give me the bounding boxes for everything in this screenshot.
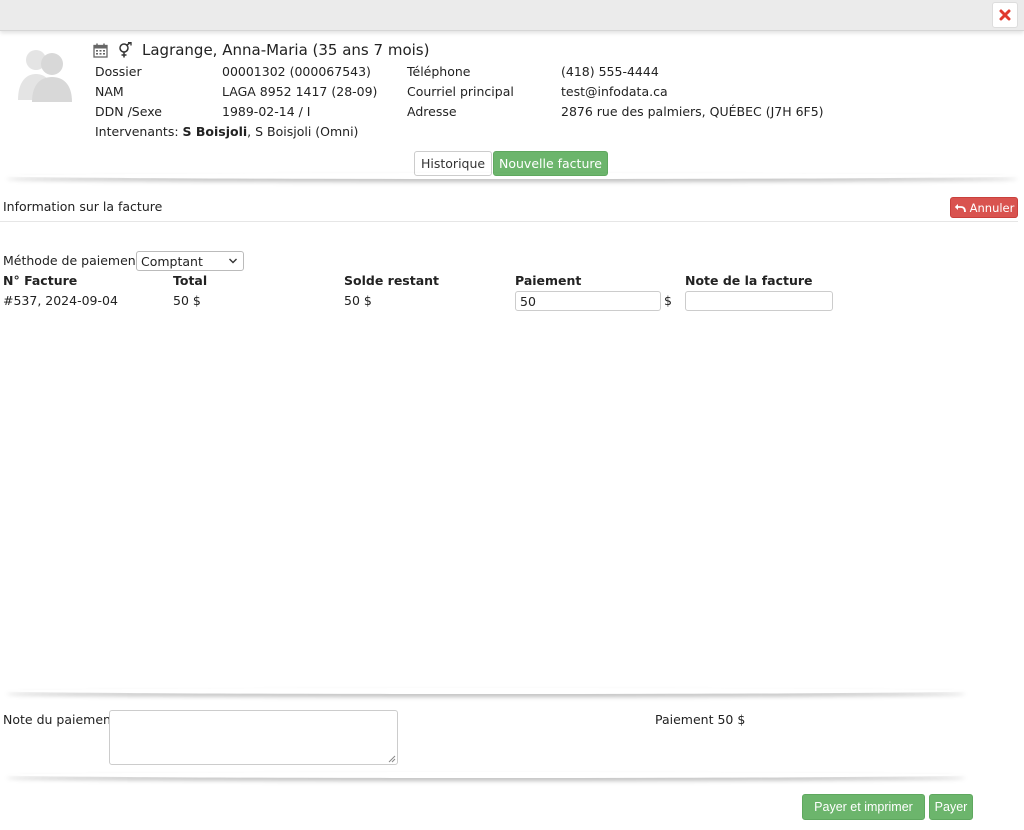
intervenants-label: Intervenants: (95, 124, 183, 139)
invoice-number: #537, 2024-09-04 (3, 293, 118, 308)
ddn-label: DDN /Sexe (95, 104, 162, 119)
gender-icon (118, 42, 132, 58)
close-button[interactable] (992, 2, 1018, 28)
address-label: Adresse (407, 104, 457, 119)
footer-divider (6, 772, 966, 778)
header-numero: N° Facture (3, 273, 78, 288)
content-divider (6, 688, 966, 694)
intervenant-primary: S Boisjoli (182, 124, 248, 139)
user-group-icon (18, 50, 72, 102)
payment-note-label: Note du paiement (3, 712, 116, 727)
email-label: Courriel principal (407, 84, 514, 99)
nam-value: LAGA 8952 1417 (28-09) (222, 84, 378, 99)
section-separator (0, 221, 1018, 222)
patient-name: Lagrange, Anna-Maria (35 ans 7 mois) (142, 41, 430, 59)
header-note: Note de la facture (685, 273, 813, 288)
window-title-bar (0, 0, 1024, 31)
header-paiement: Paiement (515, 273, 582, 288)
ddn-value: 1989-02-14 / I (222, 104, 311, 119)
paiement-currency: $ (664, 293, 672, 308)
invoice-info-title: Information sur la facture (3, 199, 163, 214)
close-x-icon (999, 9, 1011, 21)
chevron-down-icon (229, 258, 237, 264)
payment-method-value: Comptant (141, 253, 203, 269)
payment-note-textarea[interactable] (109, 710, 398, 765)
intervenants: Intervenants: S Boisjoli, S Boisjoli (Om… (95, 122, 358, 142)
header-divider (6, 173, 1018, 179)
invoice-total: 50 $ (173, 293, 201, 308)
payment-method-label: Méthode de paiement (3, 253, 141, 268)
paiement-input[interactable] (515, 291, 661, 311)
dossier-value: 00001302 (000067543) (222, 64, 371, 79)
invoice-solde: 50 $ (344, 293, 372, 308)
telephone-label: Téléphone (407, 64, 471, 79)
patient-avatar (14, 44, 76, 104)
resize-grip-icon[interactable] (388, 755, 396, 763)
patient-header: Lagrange, Anna-Maria (35 ans 7 mois) (93, 39, 429, 61)
invoice-note-input[interactable] (685, 291, 833, 311)
annuler-label: Annuler (969, 200, 1015, 215)
annuler-button[interactable]: Annuler (950, 197, 1018, 218)
undo-arrow-icon (954, 203, 966, 212)
calendar-icon[interactable] (93, 43, 108, 58)
address-value: 2876 rue des palmiers, QUÉBEC (J7H 6F5) (561, 104, 824, 119)
nam-label: NAM (95, 84, 124, 99)
payment-method-select[interactable]: Comptant (136, 251, 244, 271)
dossier-label: Dossier (95, 64, 142, 79)
telephone-value: (418) 555-4444 (561, 64, 659, 79)
payer-imprimer-button[interactable]: Payer et imprimer (802, 794, 925, 820)
email-value: test@infodata.ca (561, 84, 668, 99)
intervenant-rest: , S Boisjoli (Omni) (247, 124, 359, 139)
header-solde: Solde restant (344, 273, 440, 288)
payer-button[interactable]: Payer (929, 794, 973, 820)
payment-summary: Paiement 50 $ (655, 712, 746, 727)
header-total: Total (173, 273, 208, 288)
